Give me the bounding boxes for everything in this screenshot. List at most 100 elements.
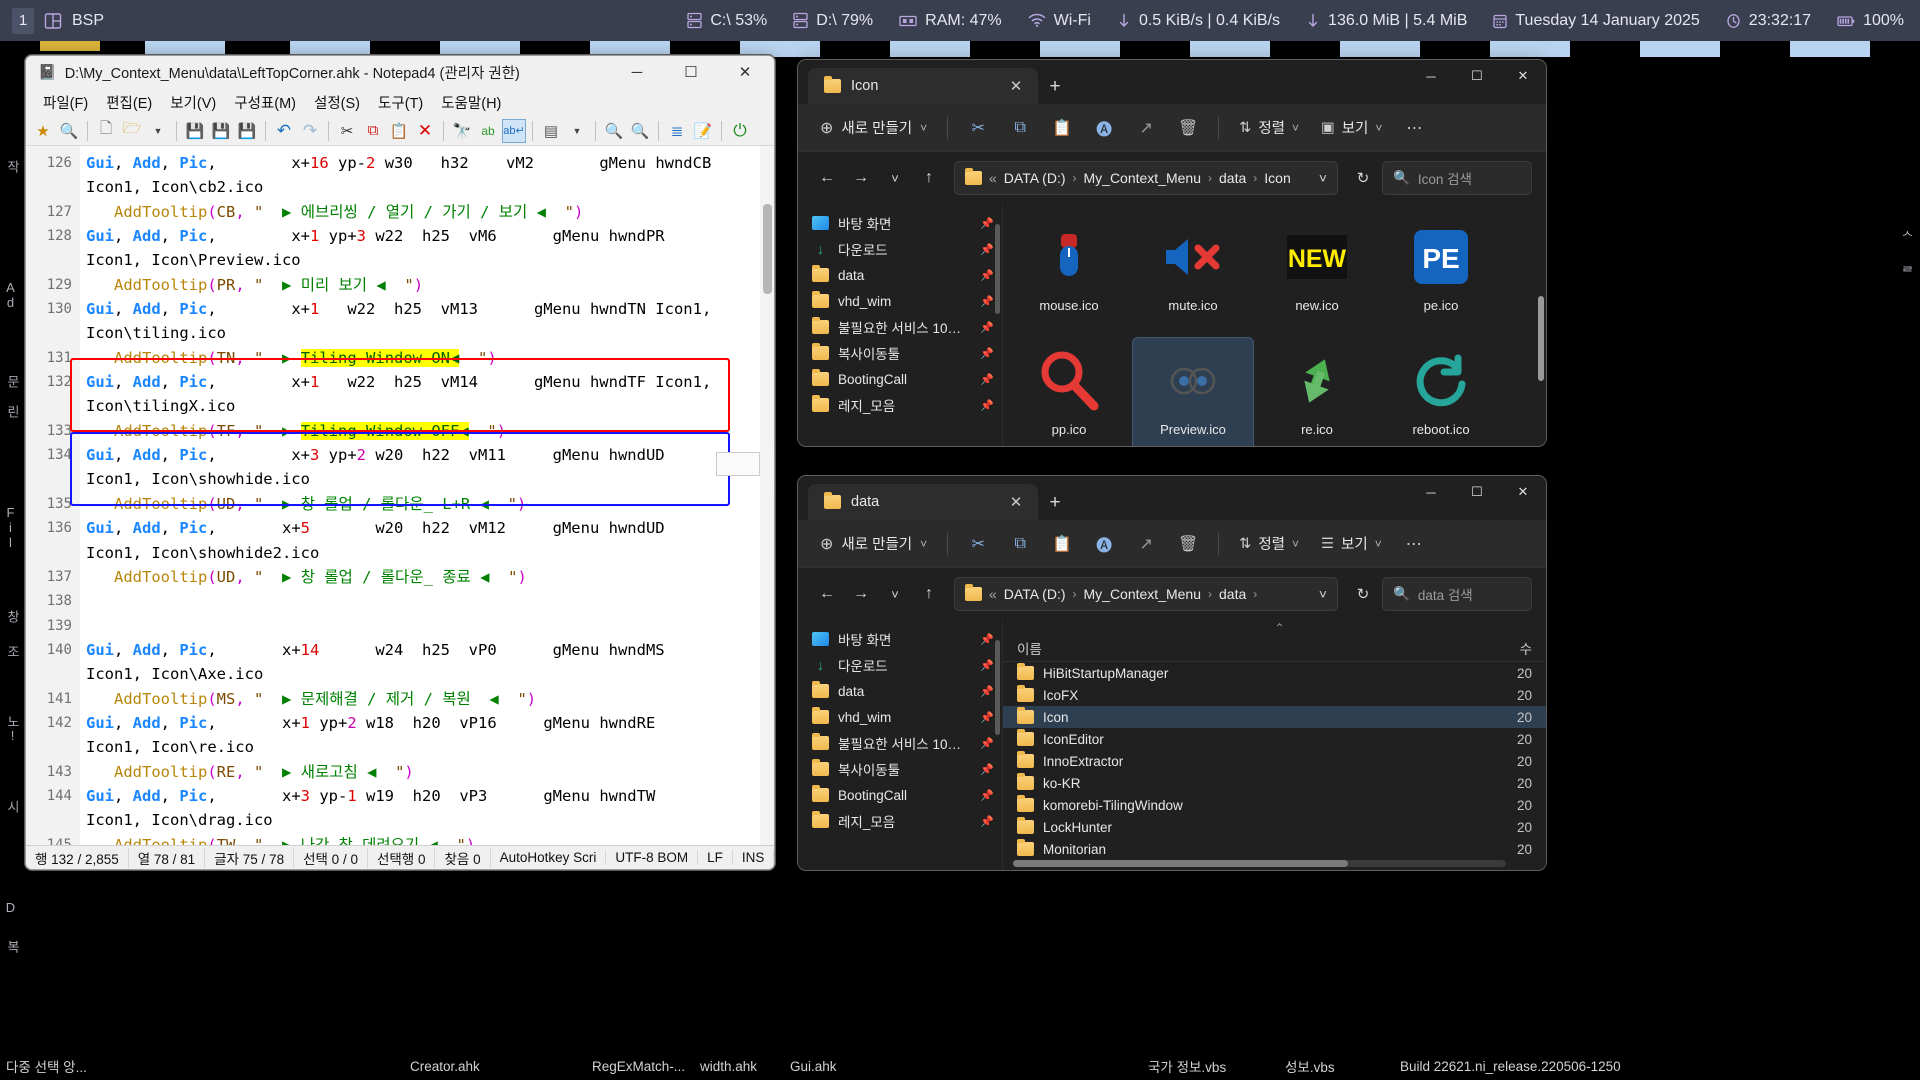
chevron-down-icon[interactable]: ˅ [1375, 121, 1382, 135]
explorer-tabbar-data[interactable]: data ✕ + ─ ☐ ✕ [798, 476, 1546, 520]
command-bar-icon[interactable]: ⊕ 새로 만들기 ˅ ✂ ⧉ 📋 🅐 ↗ 🗑 ⇅ 정렬 ˅ ▣ 보기 ˅ ⋯ [798, 104, 1546, 152]
chevron-down-icon[interactable]: ˅ [1292, 121, 1299, 135]
code-line[interactable]: Gui, Add, Pic, x+3 yp-1 w19 h20 vP3 gMen… [86, 784, 774, 808]
code-line[interactable]: AddTooltip(RE, " ▶ 새로고침 ◀ ") [86, 760, 774, 784]
code-line[interactable]: Gui, Add, Pic, x+14 w24 h25 vP0 gMenu hw… [86, 638, 774, 662]
file-tile[interactable]: mute.ico [1133, 214, 1253, 336]
chevron-down-icon[interactable]: ˅ [1292, 537, 1299, 551]
notepad4-window[interactable]: 📓 D:\My_Context_Menu\data\LeftTopCorner.… [25, 55, 775, 870]
close-icon[interactable]: ✕ [1004, 74, 1028, 98]
nav-item-바탕-화면[interactable]: 바탕 화면 📌 [798, 210, 1002, 236]
delete-icon[interactable]: 🗑 [1168, 528, 1208, 560]
chevron-down-icon[interactable]: ˅ [1319, 170, 1327, 186]
more-icon[interactable]: ⋯ [1394, 112, 1434, 144]
taskbar-item[interactable]: 성보.vbs [1285, 1056, 1335, 1076]
new-tab-button[interactable]: + [1038, 486, 1072, 520]
code-line[interactable]: AddTooltip(TN, " ▶ Tiling Window ON◀ ") [86, 346, 774, 370]
nav-item-data[interactable]: data 📌 [798, 678, 1002, 704]
code-line[interactable]: Icon\tilingX.ico [86, 394, 774, 418]
nav-item-바탕-화면[interactable]: 바탕 화면 📌 [798, 626, 1002, 652]
taskbar-item[interactable]: 국가 정보.vbs [1148, 1056, 1226, 1076]
chevron-down-icon[interactable]: ˅ [880, 579, 910, 609]
menu-file[interactable]: 파일(F) [34, 89, 97, 116]
taskbar-item[interactable]: Build 22621.ni_release.220506-1250 [1400, 1059, 1621, 1074]
nav-item-다운로드[interactable]: ↓ 다운로드 📌 [798, 236, 1002, 262]
delete-icon[interactable]: ✕ [413, 119, 437, 143]
file-tile[interactable]: pp.ico [1009, 338, 1129, 446]
nav-scrollbar-thumb[interactable] [995, 640, 1000, 735]
paste-icon[interactable]: 📋 [1042, 528, 1082, 560]
new-button[interactable]: ⊕ 새로 만들기 ˅ [810, 111, 937, 144]
editor-scrollbar[interactable] [760, 146, 774, 845]
column-header-name[interactable]: 이름 [1017, 638, 1377, 658]
save-as-icon[interactable]: 💾 [209, 119, 233, 143]
pin-icon[interactable]: 📌 [980, 815, 994, 828]
address-bar-data[interactable]: ← → ˅ ↑ « DATA (D:) › My_Context_Menu › … [798, 568, 1546, 620]
more-icon[interactable]: ⋯ [1394, 528, 1434, 560]
copy-icon[interactable]: ⧉ [1000, 528, 1040, 560]
nav-item-vhd_wim[interactable]: vhd_wim 📌 [798, 704, 1002, 730]
cut-icon[interactable]: ✂ [335, 119, 359, 143]
explorer-tabbar-icon[interactable]: Icon ✕ + ─ ☐ ✕ [798, 60, 1546, 104]
chevron-down-icon[interactable]: ˅ [1375, 537, 1382, 551]
status-eol[interactable]: LF [698, 850, 733, 865]
content-scrollbar[interactable] [1538, 210, 1544, 440]
share-icon[interactable]: ↗ [1126, 528, 1166, 560]
stat-disk-c[interactable]: C:\ 53% [687, 12, 767, 30]
table-row[interactable]: komorebi-TilingWindow 20 [1003, 794, 1546, 816]
nav-item-레지_모음[interactable]: 레지_모음 📌 [798, 392, 1002, 418]
search-input[interactable]: 🔍 Icon 검색 [1382, 161, 1532, 195]
refresh-icon[interactable]: ↻ [1348, 163, 1378, 193]
code-line[interactable]: AddTooltip(TF, " ▶ Tiling Window OFF◀ ") [86, 419, 774, 443]
nav-item-불필요한-서비스-10개를-비[interactable]: 불필요한 서비스 10개를 비 📌 [798, 314, 1002, 340]
chevron-down-icon[interactable]: ˅ [1319, 586, 1327, 602]
column-header-date[interactable]: 수 [1520, 638, 1532, 658]
breadcrumb-item-1[interactable]: My_Context_Menu [1084, 586, 1202, 602]
pin-icon[interactable]: 📌 [980, 633, 994, 646]
breadcrumb-overflow[interactable]: « [989, 586, 997, 602]
address-bar-icon[interactable]: ← → ˅ ↑ « DATA (D:) › My_Context_Menu › … [798, 152, 1546, 204]
table-row[interactable]: IconEditor 20 [1003, 728, 1546, 750]
nav-item-bootingcall[interactable]: BootingCall 📌 [798, 366, 1002, 392]
rename-icon[interactable]: 🅐 [1084, 112, 1124, 144]
code-line[interactable]: AddTooltip(CB, " ▶ 에브리씽 / 열기 / 가기 / 보기 ◀… [86, 200, 774, 224]
close-button[interactable]: ✕ [1500, 476, 1546, 508]
menu-edit[interactable]: 편집(E) [97, 89, 161, 116]
column-headers[interactable]: 이름 수 [1003, 634, 1546, 662]
nav-scrollbar-thumb[interactable] [995, 224, 1000, 314]
file-tile[interactable]: mouse.ico [1009, 214, 1129, 336]
maximize-button[interactable]: ☐ [1454, 60, 1500, 92]
menu-help[interactable]: 도움말(H) [432, 89, 510, 116]
scheme-icon[interactable]: ▤ [539, 119, 563, 143]
workspace-indicator[interactable]: 1 [12, 7, 34, 34]
edit-mode-icon[interactable]: 📝 [691, 119, 715, 143]
code-line[interactable]: Icon1, Icon\showhide2.ico [86, 541, 774, 565]
new-file-icon[interactable]: 🗋 [94, 119, 118, 143]
code-text[interactable]: Gui, Add, Pic, x+16 yp-2 w30 h32 vM2 gMe… [80, 146, 774, 845]
explorer-main-data[interactable]: 바탕 화면📌↓다운로드📌data📌vhd_wim📌불필요한 서비스 10개를 비… [798, 620, 1546, 870]
dropdown-icon[interactable]: ▼ [146, 119, 170, 143]
pin-icon[interactable]: 📌 [980, 737, 994, 750]
window-controls-data[interactable]: ─ ☐ ✕ [1408, 476, 1546, 520]
status-insert-mode[interactable]: INS [733, 850, 774, 865]
code-line[interactable]: Icon1, Icon\showhide.ico [86, 467, 774, 491]
minimize-button[interactable]: ─ [1408, 476, 1454, 508]
table-row[interactable]: InnoExtractor 20 [1003, 750, 1546, 772]
sort-button[interactable]: ⇅ 정렬 ˅ [1229, 527, 1309, 560]
editor-area[interactable]: 126 127 128 129 130 131 132 133 134 135 136 137 138 1… [26, 146, 774, 845]
pin-icon[interactable]: 📌 [980, 243, 994, 256]
command-bar-data[interactable]: ⊕ 새로 만들기 ˅ ✂ ⧉ 📋 🅐 ↗ 🗑 ⇅ 정렬 ˅ ☰ 보기 ˅ ⋯ [798, 520, 1546, 568]
forward-arrow-icon[interactable]: → [846, 163, 876, 193]
new-tab-button[interactable]: + [1038, 70, 1072, 104]
breadcrumb-item-3[interactable]: Icon [1264, 170, 1290, 186]
stat-net-speed[interactable]: 0.5 KiB/s | 0.4 KiB/s [1117, 12, 1280, 30]
bsp-layout-icon[interactable] [44, 12, 62, 30]
replace-icon[interactable]: ab [476, 119, 500, 143]
nav-item-복사이동툴[interactable]: 복사이동툴 📌 [798, 340, 1002, 366]
window-controls-icon[interactable]: ─ ☐ ✕ [1408, 60, 1546, 104]
nav-item-다운로드[interactable]: ↓ 다운로드 📌 [798, 652, 1002, 678]
status-encoding[interactable]: UTF-8 BOM [606, 850, 699, 865]
find-replace-icon[interactable]: ab↵ [502, 118, 526, 143]
menu-view[interactable]: 보기(V) [161, 89, 225, 116]
content-scrollbar-thumb[interactable] [1538, 296, 1544, 381]
